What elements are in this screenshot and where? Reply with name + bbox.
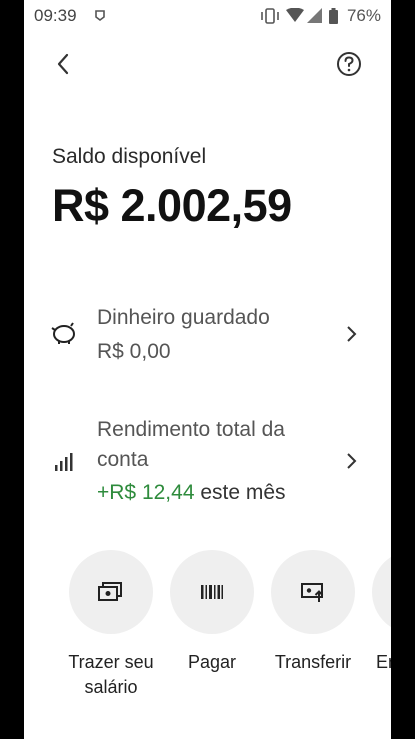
yield-label-line1: Rendimento total da (97, 418, 285, 441)
bar-chart-icon (55, 453, 73, 471)
yield-amount: +R$ 12,44 (97, 481, 195, 504)
wifi-icon (286, 8, 304, 22)
chevron-right-icon (347, 453, 357, 469)
barcode-icon (201, 585, 223, 599)
balance-value: R$ 2.002,59 (52, 180, 292, 231)
notification-icon (95, 10, 105, 21)
balance-label: Saldo disponível (52, 145, 207, 168)
action-circle[interactable] (271, 550, 355, 634)
status-bar: 09:39 76% (24, 0, 391, 32)
battery-percentage: 76% (346, 6, 381, 25)
action-partial[interactable]: Em (364, 550, 391, 675)
action-trazer-salario[interactable]: Trazer seu salário (61, 550, 161, 700)
vibrate-icon (261, 8, 279, 24)
action-label-line1: Em (376, 652, 391, 672)
battery-icon (329, 8, 338, 24)
help-circle-icon (337, 52, 361, 76)
action-label-line1: Trazer seu (68, 652, 154, 672)
yield-label-line2: conta (97, 448, 149, 471)
action-label-line1: Pagar (187, 652, 237, 672)
saved-money-value: R$ 0,00 (97, 340, 171, 363)
saved-money-row[interactable]: Dinheiro guardado R$ 0,00 (24, 300, 391, 370)
chevron-left-icon (57, 53, 69, 75)
action-label: Transferir (263, 650, 363, 675)
action-circle[interactable] (170, 550, 254, 634)
back-button[interactable] (50, 50, 78, 78)
chevron-right-icon (347, 326, 357, 342)
action-label: Pagar (162, 650, 262, 675)
signal-icon (307, 8, 322, 23)
deposit-icon (98, 582, 122, 601)
yield-row[interactable]: Rendimento total da conta +R$ 12,44 este… (24, 415, 391, 515)
help-button[interactable] (336, 51, 362, 77)
action-pagar[interactable]: Pagar (162, 550, 262, 675)
yield-value: +R$ 12,44 este mês (97, 481, 286, 505)
action-label-line2: salário (84, 677, 138, 697)
piggy-bank-icon (51, 322, 75, 344)
app-screen: 09:39 76% Saldo disponível R$ 2.002,59 D… (24, 0, 391, 739)
action-label: Em (364, 650, 391, 675)
action-circle[interactable] (69, 550, 153, 634)
quick-actions: Trazer seu salário Pagar Transferir E (24, 550, 391, 720)
action-label: Trazer seu salário (61, 650, 161, 700)
action-transferir[interactable]: Transferir (263, 550, 363, 675)
action-label-line1: Transferir (274, 652, 352, 672)
action-circle[interactable] (372, 550, 391, 634)
saved-money-label: Dinheiro guardado (97, 306, 270, 329)
yield-suffix: este mês (200, 481, 286, 504)
transfer-icon (301, 583, 324, 602)
status-time: 09:39 (34, 6, 77, 25)
